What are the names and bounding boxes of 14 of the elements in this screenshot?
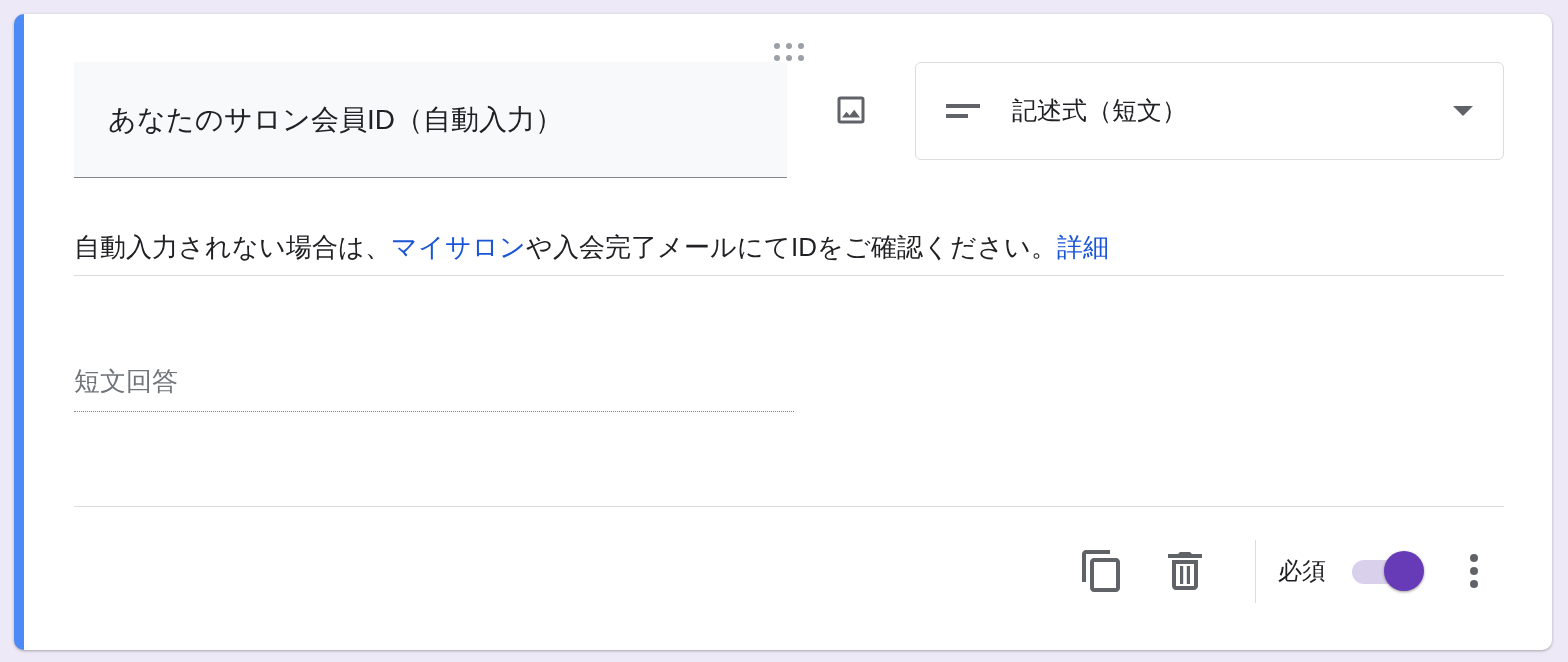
question-type-dropdown[interactable]: 記述式（短文） [914, 62, 1504, 160]
description-link[interactable]: マイサロン [391, 232, 526, 262]
required-toggle[interactable] [1350, 551, 1424, 591]
caret-icon [1453, 106, 1473, 116]
more-icon [1469, 554, 1479, 588]
trash-icon [1167, 552, 1202, 590]
drag-handle-icon[interactable] [773, 42, 805, 62]
question-title-field[interactable]: あなたのサロン会員ID（自動入力） [74, 62, 788, 178]
description-link[interactable]: 詳細 [1057, 232, 1109, 262]
short-text-icon [945, 103, 980, 119]
question-description: 自動入力されない場合は、マイサロンや入会完了メールにてIDをご確認ください。詳細 [74, 228, 1504, 276]
short-answer-field[interactable]: 短文回答 [74, 356, 794, 412]
required-label: 必須 [1278, 556, 1326, 586]
copy-icon [1081, 550, 1120, 592]
